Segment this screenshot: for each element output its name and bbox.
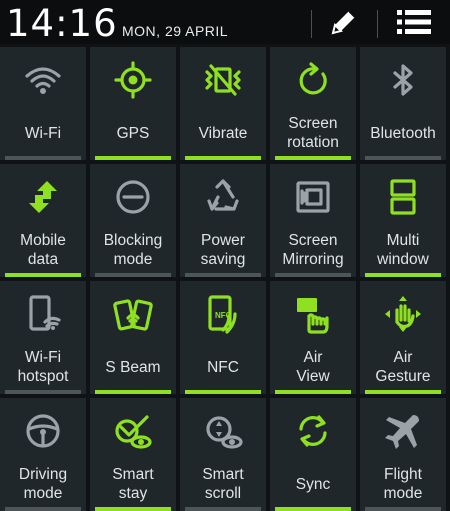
toggle-state-indicator [5, 390, 81, 394]
toggle-gps[interactable]: GPS [90, 47, 176, 160]
toggle-s-beam[interactable]: S Beam [90, 281, 176, 394]
toggle-label: Wi-Fi [24, 124, 62, 142]
recycle-icon [180, 176, 266, 218]
toggle-state-indicator [185, 273, 261, 277]
toggle-label: Sync [295, 475, 331, 493]
toggle-state-indicator [275, 507, 351, 511]
toggle-state-indicator [5, 156, 81, 160]
toggle-label: Air View [296, 349, 330, 385]
svg-text:NFC: NFC [215, 311, 232, 320]
toggle-label: Wi-Fi hotspot [17, 349, 69, 385]
toggle-label: Driving mode [18, 466, 68, 502]
toggle-state-indicator [185, 390, 261, 394]
toggle-power-saving[interactable]: Power saving [180, 164, 266, 277]
toggle-label: Blocking mode [103, 232, 163, 268]
rotation-icon [270, 59, 356, 101]
toggle-wi-fi-hotspot[interactable]: Wi-Fi hotspot [0, 281, 86, 394]
toggle-label: Multi window [377, 232, 429, 268]
divider [377, 10, 378, 38]
toggle-label: Air Gesture [375, 349, 431, 385]
toggle-label: Vibrate [198, 124, 248, 142]
toggle-wi-fi[interactable]: Wi-Fi [0, 47, 86, 160]
toggle-label: NFC [207, 358, 239, 376]
toggle-screen-mirroring[interactable]: Screen Mirroring [270, 164, 356, 277]
toggle-smart-scroll[interactable]: Smart scroll [180, 398, 266, 511]
sync-icon [270, 410, 356, 452]
toggle-multi-window[interactable]: Multi window [360, 164, 446, 277]
screen-mirroring-icon [270, 176, 356, 218]
nfc-icon: NFC [180, 293, 266, 335]
toggle-vibrate[interactable]: Vibrate [180, 47, 266, 160]
toggle-bluetooth[interactable]: Bluetooth [360, 47, 446, 160]
menu-button[interactable] [392, 4, 436, 40]
toggle-screen-rotation[interactable]: Screen rotation [270, 47, 356, 160]
airplane-icon [360, 410, 446, 452]
toggle-label: Screen rotation [287, 115, 339, 151]
bluetooth-icon [360, 59, 446, 101]
toggle-flight-mode[interactable]: Flight mode [360, 398, 446, 511]
toggle-state-indicator [275, 156, 351, 160]
toggle-label: Smart stay [112, 466, 154, 502]
toggle-label: S Beam [105, 358, 161, 376]
pencil-icon [331, 10, 356, 35]
toggle-blocking-mode[interactable]: Blocking mode [90, 164, 176, 277]
toggle-air-view[interactable]: Air View [270, 281, 356, 394]
toggle-state-indicator [185, 156, 261, 160]
toggle-state-indicator [365, 390, 441, 394]
toggle-label: Bluetooth [370, 124, 436, 142]
toggle-label: Mobile data [20, 232, 66, 268]
toggle-label: Power saving [200, 232, 246, 268]
toggle-state-indicator [95, 390, 171, 394]
toggle-state-indicator [275, 390, 351, 394]
clock: 14:16 [6, 2, 118, 45]
toggle-label: GPS [116, 124, 150, 142]
multi-window-icon [360, 176, 446, 218]
toggle-state-indicator [95, 156, 171, 160]
toggle-state-indicator [185, 507, 261, 511]
toggle-state-indicator [275, 273, 351, 277]
s-beam-icon [90, 293, 176, 335]
toggle-state-indicator [5, 507, 81, 511]
toggle-state-indicator [95, 273, 171, 277]
toggle-label: Screen Mirroring [282, 232, 344, 268]
toggle-state-indicator [365, 273, 441, 277]
toggle-driving-mode[interactable]: Driving mode [0, 398, 86, 511]
wifi-icon [0, 59, 86, 101]
toggle-nfc[interactable]: NFC NFC [180, 281, 266, 394]
blocking-icon [90, 176, 176, 218]
divider [311, 10, 312, 38]
vibrate-icon [180, 59, 266, 101]
list-menu-icon [397, 10, 431, 34]
toggle-state-indicator [95, 507, 171, 511]
edit-button[interactable] [322, 4, 366, 40]
date: MON, 29 APRIL [122, 23, 229, 39]
toggle-label: Flight mode [383, 466, 423, 502]
mobile-data-icon [0, 176, 86, 218]
toggle-air-gesture[interactable]: Air Gesture [360, 281, 446, 394]
steering-wheel-icon [0, 410, 86, 452]
toggle-state-indicator [365, 156, 441, 160]
air-view-icon [270, 293, 356, 335]
quick-settings-grid: Wi-Fi GPS Vibrate Screen rotation Bluetooth M… [0, 44, 450, 511]
toggle-sync[interactable]: Sync [270, 398, 356, 511]
air-gesture-icon [360, 293, 446, 335]
smart-scroll-icon [180, 410, 266, 452]
toggle-label: Smart scroll [202, 466, 244, 502]
toggle-state-indicator [5, 273, 81, 277]
smart-stay-icon [90, 410, 176, 452]
toggle-state-indicator [365, 507, 441, 511]
hotspot-icon [0, 293, 86, 335]
toggle-smart-stay[interactable]: Smart stay [90, 398, 176, 511]
gps-icon [90, 59, 176, 101]
status-bar: 14:16 MON, 29 APRIL [0, 0, 450, 45]
toggle-mobile-data[interactable]: Mobile data [0, 164, 86, 277]
